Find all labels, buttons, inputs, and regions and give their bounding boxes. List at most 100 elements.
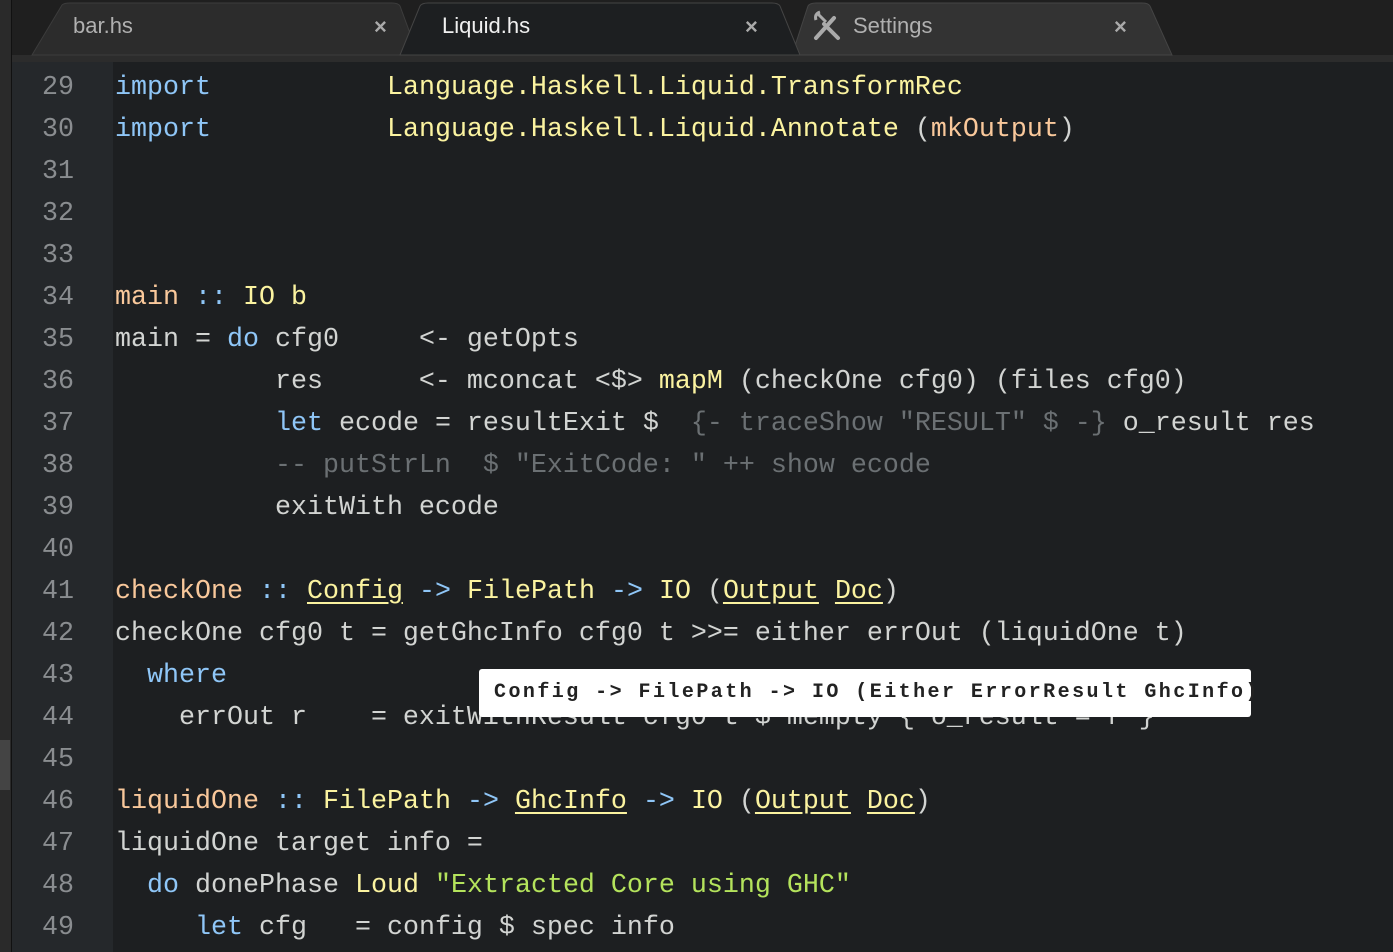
line-code: main :: IO b bbox=[115, 277, 307, 319]
code-line[interactable]: 35 main = do cfg0 <- getOpts bbox=[0, 319, 1393, 361]
line-code: import Language.Haskell.Liquid.Annotate … bbox=[115, 109, 1075, 151]
line-number: 33 bbox=[42, 241, 74, 271]
code-token: do bbox=[226, 325, 259, 355]
code-token: FilePath bbox=[466, 577, 595, 607]
line-number: 40 bbox=[42, 535, 74, 565]
close-icon[interactable]: × bbox=[745, 14, 758, 40]
code-token: do bbox=[147, 871, 179, 901]
code-token: {- traceShow "RESULT" $ -} bbox=[690, 409, 1107, 439]
code-token: FilePath bbox=[322, 787, 451, 817]
line-number: 48 bbox=[42, 871, 74, 901]
line-code: main = do cfg0 <- getOpts bbox=[115, 319, 579, 361]
line-code: where bbox=[115, 655, 227, 697]
code-token: o_result res bbox=[1106, 409, 1315, 439]
code-token: :: bbox=[274, 787, 307, 817]
code-token: -> bbox=[466, 787, 499, 817]
code-token: IO bbox=[658, 577, 691, 607]
code-token: liquidOne bbox=[115, 787, 259, 817]
code-line[interactable]: 42 checkOne cfg0 t = getGhcInfo cfg0 t >>… bbox=[0, 613, 1393, 655]
line-code: liquidOne :: FilePath -> GhcInfo -> IO (… bbox=[115, 781, 931, 823]
code-line[interactable]: 37 let ecode = resultExit $ {- traceShow… bbox=[0, 403, 1393, 445]
code-token: ) bbox=[1058, 115, 1075, 145]
code-token: Output bbox=[754, 787, 851, 817]
code-token: Doc bbox=[866, 787, 915, 817]
code-token: mapM bbox=[658, 367, 723, 397]
code-token: liquidOne target info = bbox=[115, 829, 483, 859]
code-line[interactable]: 38 -- putStrLn $ "ExitCode: " ++ show ec… bbox=[0, 445, 1393, 487]
code-token: :: bbox=[258, 577, 291, 607]
code-line[interactable]: 40 bbox=[0, 529, 1393, 571]
code-token: cfg = config $ spec info bbox=[242, 913, 675, 943]
code-token: "Extracted Core using GHC" bbox=[434, 871, 851, 901]
code-line[interactable]: 31 bbox=[0, 151, 1393, 193]
code-token: IO bbox=[690, 787, 723, 817]
line-number: 43 bbox=[42, 661, 74, 691]
code-token: -> bbox=[610, 577, 643, 607]
line-number: 46 bbox=[42, 787, 74, 817]
code-line[interactable]: 47 liquidOne target info = bbox=[0, 823, 1393, 865]
left-panel-scroll-handle[interactable] bbox=[0, 740, 10, 790]
line-code: checkOne cfg0 t = getGhcInfo cfg0 t >>= … bbox=[115, 613, 1187, 655]
code-line[interactable]: 41 checkOne :: Config -> FilePath -> IO (… bbox=[0, 571, 1393, 613]
code-token: res <- mconcat <$> bbox=[115, 367, 659, 397]
code-line[interactable]: 32 bbox=[0, 193, 1393, 235]
line-code: exitWith ecode bbox=[115, 487, 499, 529]
code-token: exitWith ecode bbox=[115, 493, 499, 523]
line-number: 41 bbox=[42, 577, 74, 607]
code-editor[interactable]: 29 import Language.Haskell.Liquid.Transfo… bbox=[0, 62, 1393, 952]
code-token: GhcInfo bbox=[514, 787, 627, 817]
line-code: -- putStrLn $ "ExitCode: " ++ show ecode bbox=[115, 445, 931, 487]
code-line[interactable]: 34 main :: IO b bbox=[0, 277, 1393, 319]
line-number: 49 bbox=[42, 913, 74, 943]
code-line[interactable]: 29 import Language.Haskell.Liquid.Transfo… bbox=[0, 67, 1393, 109]
line-number: 45 bbox=[42, 745, 74, 775]
line-code: do donePhase Loud "Extracted Core using … bbox=[115, 865, 851, 907]
line-number: 36 bbox=[42, 367, 74, 397]
code-token: Loud bbox=[354, 871, 419, 901]
code-token: let bbox=[194, 913, 243, 943]
line-number: 31 bbox=[42, 157, 74, 187]
line-number: 35 bbox=[42, 325, 74, 355]
tab-label: Settings bbox=[853, 13, 933, 38]
code-token: -- putStrLn $ "ExitCode: " ++ show ecode bbox=[274, 451, 931, 481]
line-number: 34 bbox=[42, 283, 74, 313]
line-code: import Language.Haskell.Liquid.Transform… bbox=[115, 67, 963, 109]
code-line[interactable]: 39 exitWith ecode bbox=[0, 487, 1393, 529]
code-line[interactable]: 30 import Language.Haskell.Liquid.Annotat… bbox=[0, 109, 1393, 151]
code-line[interactable]: 48 do donePhase Loud "Extracted Core usi… bbox=[0, 865, 1393, 907]
close-icon[interactable]: × bbox=[374, 14, 387, 40]
code-line[interactable]: 45 bbox=[0, 739, 1393, 781]
line-number: 42 bbox=[42, 619, 74, 649]
close-icon[interactable]: × bbox=[1114, 14, 1127, 40]
code-token: b bbox=[291, 283, 307, 313]
code-token: checkOne cfg0 t = getGhcInfo cfg0 t >>= … bbox=[115, 619, 1187, 649]
line-code: let ecode = resultExit $ {- traceShow "R… bbox=[115, 403, 1315, 445]
code-line[interactable]: 49 let cfg = config $ spec info bbox=[0, 907, 1393, 949]
type-tooltip: Config -> FilePath -> IO (Either ErrorRe… bbox=[479, 669, 1258, 717]
left-panel-edge bbox=[0, 0, 12, 952]
code-token: let bbox=[274, 409, 323, 439]
code-line[interactable]: 46 liquidOne :: FilePath -> GhcInfo -> IO… bbox=[0, 781, 1393, 823]
code-token: ) bbox=[914, 787, 931, 817]
code-token: (checkOne cfg0) (files cfg0) bbox=[722, 367, 1187, 397]
line-code: checkOne :: Config -> FilePath -> IO (Ou… bbox=[115, 571, 899, 613]
code-token: ( bbox=[898, 115, 931, 145]
code-token: Language.Haskell.Liquid.Annotate bbox=[386, 115, 899, 145]
code-token: cfg0 <- getOpts bbox=[258, 325, 579, 355]
code-token: -> bbox=[418, 577, 451, 607]
code-line[interactable]: 36 res <- mconcat <$> mapM (checkOne cfg… bbox=[0, 361, 1393, 403]
code-line[interactable]: 33 bbox=[0, 235, 1393, 277]
